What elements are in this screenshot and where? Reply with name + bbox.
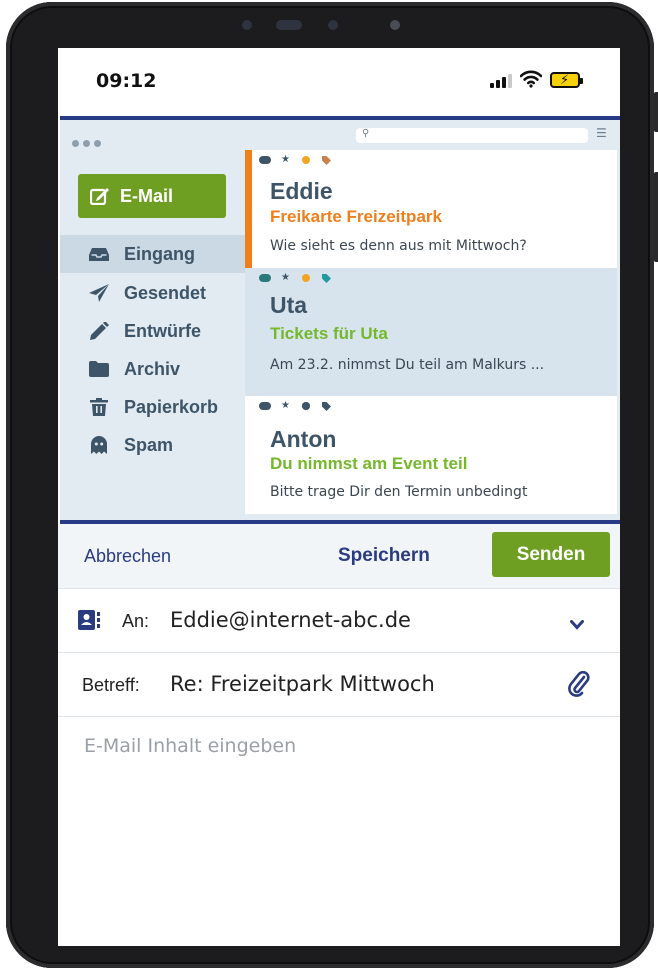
recipient-label: An: [122, 611, 150, 631]
sidebar-item-entwuerfe[interactable]: Entwürfe [60, 312, 245, 350]
compose-icon [90, 188, 109, 205]
search-input[interactable]: ⚲ [356, 128, 588, 143]
compose-email-button[interactable]: E-Mail [78, 174, 226, 218]
mail-item-uta[interactable]: ★ Uta Tickets für Uta Am 23.2. nimmst Du… [245, 268, 617, 396]
sidebar-item-papierkorb[interactable]: Papierkorb [60, 388, 245, 426]
search-icon: ⚲ [362, 128, 370, 139]
sidebar-item-gesendet[interactable]: Gesendet [60, 274, 245, 312]
sidebar-item-archiv[interactable]: Archiv [60, 350, 245, 388]
status-bar: 09:12 ⚡ [58, 48, 620, 114]
compose-button-label: E-Mail [120, 185, 174, 206]
recipient-field[interactable]: Eddie@internet-abc.de [170, 608, 411, 632]
trash-icon [88, 398, 110, 416]
sidebar-item-label: Papierkorb [124, 396, 219, 417]
subject-row: Betreff: Re: Freizeitpark Mittwoch [58, 652, 620, 716]
star-icon: ★ [281, 272, 290, 283]
contact-card-icon[interactable] [78, 609, 100, 635]
toggle-icon [259, 274, 271, 282]
tag-icon [321, 273, 331, 283]
selection-indicator [245, 150, 252, 268]
tablet-frame: 09:12 ⚡ ⚲ ☰ E-Mail Eingang Gesendet Entw… [6, 2, 658, 968]
menu-icon[interactable]: ☰ [596, 126, 607, 140]
wifi-icon [519, 70, 543, 92]
compose-toolbar: Abbrechen Speichern Senden [58, 524, 620, 588]
sidebar-item-label: Eingang [124, 243, 195, 264]
mail-item-eddie[interactable]: ★ Eddie Freikarte Freizeitpark Wie sieht… [245, 150, 617, 268]
battery-charging-icon: ⚡ [550, 72, 583, 88]
star-icon: ★ [281, 154, 290, 165]
screen: 09:12 ⚡ ⚲ ☰ E-Mail Eingang Gesendet Entw… [58, 48, 620, 946]
sidebar: E-Mail Eingang Gesendet Entwürfe Archiv … [60, 150, 245, 520]
mail-preview: Am 23.2. nimmst Du teil am Malkurs ... [270, 357, 545, 373]
camera-sensor [390, 20, 400, 30]
cellular-signal-icon [490, 74, 514, 88]
email-body-input[interactable]: E-Mail Inhalt eingeben [58, 716, 620, 946]
recipient-row: An: Eddie@internet-abc.de [58, 588, 620, 652]
mail-sender: Eddie [270, 178, 333, 204]
sidebar-item-spam[interactable]: Spam [60, 426, 245, 464]
tag-icon [321, 401, 331, 411]
mail-list: ★ Eddie Freikarte Freizeitpark Wie sieht… [245, 150, 620, 520]
ghost-icon [88, 436, 110, 454]
cancel-button[interactable]: Abbrechen [84, 546, 171, 567]
sidebar-item-label: Spam [124, 434, 174, 455]
chevron-down-icon[interactable] [570, 615, 584, 634]
mail-flags: ★ [259, 400, 337, 412]
unread-dot-icon [301, 274, 310, 282]
mail-sender: Uta [270, 292, 308, 318]
unread-dot-icon [301, 402, 310, 410]
paperclip-icon[interactable] [568, 670, 590, 701]
paper-plane-icon [88, 284, 110, 302]
star-icon: ★ [281, 400, 290, 411]
sidebar-item-eingang[interactable]: Eingang [60, 235, 245, 273]
subject-label: Betreff: [82, 675, 140, 695]
mail-flags: ★ [259, 272, 337, 284]
sidebar-item-label: Gesendet [124, 282, 207, 303]
mail-sender: Anton [270, 426, 337, 452]
toggle-icon [259, 402, 271, 410]
mail-subject: Du nimmst am Event teil [270, 454, 468, 473]
toggle-icon [259, 156, 271, 164]
sidebar-item-label: Entwürfe [124, 320, 202, 341]
mail-subject: Tickets für Uta [270, 324, 388, 343]
mail-preview: Wie sieht es denn aus mit Mittwoch? [270, 238, 527, 254]
inbox-tray-icon [88, 245, 110, 263]
mail-preview: Bitte trage Dir den Termin unbedingt [270, 484, 528, 500]
volume-button [654, 92, 658, 132]
body-placeholder: E-Mail Inhalt eingeben [84, 735, 297, 757]
mail-subject: Freikarte Freizeitpark [270, 207, 442, 226]
save-button[interactable]: Speichern [338, 545, 430, 567]
pencil-icon [88, 322, 110, 340]
tag-icon [321, 155, 331, 165]
camera-sensor [276, 20, 302, 30]
unread-dot-icon [301, 156, 310, 164]
folder-icon [88, 360, 110, 378]
app-toolbar: ⚲ ☰ [60, 120, 620, 150]
mail-item-anton[interactable]: ★ Anton Du nimmst am Event teil Bitte tr… [245, 396, 617, 514]
clock: 09:12 [96, 70, 157, 92]
send-button[interactable]: Senden [492, 532, 610, 577]
sidebar-item-label: Archiv [124, 358, 181, 379]
window-controls [72, 132, 105, 151]
camera-sensor [328, 20, 338, 30]
power-button [654, 172, 658, 262]
camera-sensor [242, 20, 252, 30]
subject-field[interactable]: Re: Freizeitpark Mittwoch [170, 672, 435, 696]
mail-flags: ★ [259, 154, 337, 166]
